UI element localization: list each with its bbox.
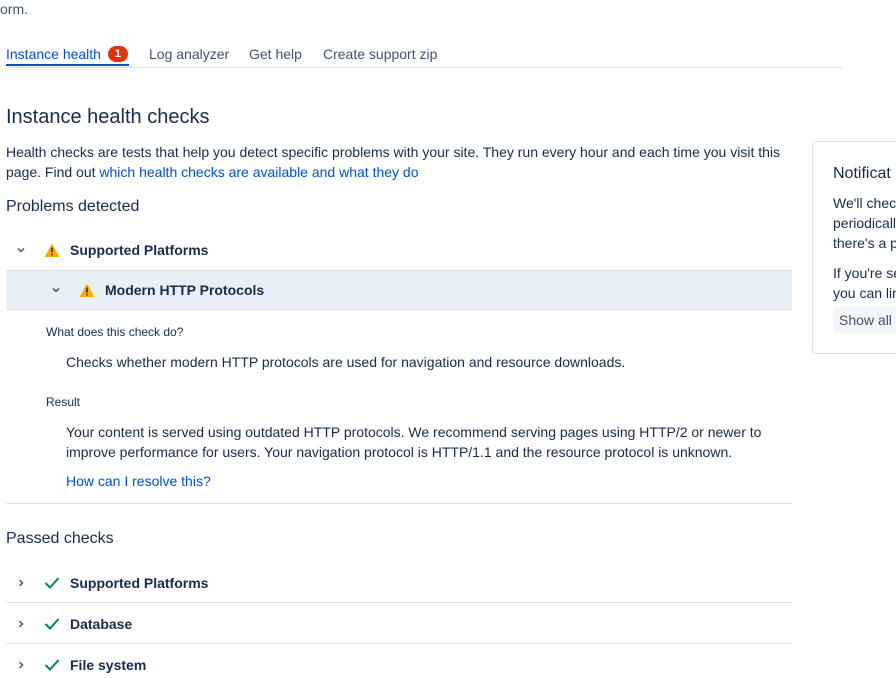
tab-create-support-zip[interactable]: Create support zip bbox=[323, 44, 437, 64]
chevron-right-icon[interactable] bbox=[6, 578, 36, 588]
check-icon bbox=[44, 617, 70, 631]
tab-log-analyzer[interactable]: Log analyzer bbox=[149, 44, 229, 64]
panel-text-line: If you're se bbox=[833, 265, 896, 281]
problem-item-label: Modern HTTP Protocols bbox=[105, 282, 265, 298]
notifications-panel: Notificat We'll chec periodicall there's… bbox=[812, 141, 896, 354]
problem-group-supported-platforms[interactable]: Supported Platforms bbox=[6, 230, 792, 270]
notifications-panel-title: Notificat bbox=[833, 165, 891, 182]
panel-text-line: We'll chec bbox=[833, 195, 896, 211]
check-icon bbox=[44, 658, 70, 672]
notification-badge: 1 bbox=[107, 46, 128, 62]
check-description: Checks whether modern HTTP protocols are… bbox=[66, 354, 626, 370]
tab-bar: Instance health 1 Log analyzer Get help … bbox=[6, 40, 843, 68]
warning-icon bbox=[79, 283, 105, 298]
page-title: Instance health checks bbox=[6, 106, 210, 128]
passed-checks-heading: Passed checks bbox=[6, 530, 114, 547]
check-icon bbox=[44, 576, 70, 590]
chevron-right-icon[interactable] bbox=[6, 619, 36, 629]
passed-item-file-system[interactable]: File system bbox=[6, 645, 792, 678]
section-divider bbox=[6, 503, 792, 504]
page-description-fragment: orm. bbox=[0, 1, 28, 17]
tab-label: Instance health bbox=[6, 46, 101, 62]
tab-label: Get help bbox=[249, 46, 302, 62]
tab-instance-health[interactable]: Instance health 1 bbox=[6, 44, 128, 64]
panel-text-line: you can lin bbox=[833, 285, 896, 301]
result-description: Your content is served using outdated HT… bbox=[66, 424, 762, 460]
tab-get-help[interactable]: Get help bbox=[249, 44, 302, 64]
show-all-button[interactable]: Show all r bbox=[833, 307, 896, 333]
passed-item-label: Supported Platforms bbox=[70, 574, 209, 591]
passed-item-supported-platforms[interactable]: Supported Platforms bbox=[6, 563, 792, 603]
chevron-down-icon[interactable] bbox=[6, 245, 36, 255]
problems-detected-heading: Problems detected bbox=[6, 198, 140, 215]
resolve-link[interactable]: How can I resolve this? bbox=[66, 473, 211, 489]
warning-icon bbox=[44, 243, 70, 258]
health-checks-docs-link[interactable]: which health checks are available and wh… bbox=[99, 164, 418, 180]
chevron-down-icon[interactable] bbox=[41, 285, 71, 295]
passed-item-label: Database bbox=[70, 615, 133, 632]
chevron-right-icon[interactable] bbox=[6, 660, 36, 670]
passed-item-label: File system bbox=[70, 656, 147, 673]
active-tab-indicator bbox=[6, 64, 129, 66]
passed-item-database[interactable]: Database bbox=[6, 604, 792, 644]
panel-text-line: there's a p bbox=[833, 235, 896, 251]
tab-label: Create support zip bbox=[323, 46, 438, 62]
what-does-check-do-label: What does this check do? bbox=[46, 325, 184, 339]
panel-text-line: periodicall bbox=[833, 215, 896, 231]
tab-label: Log analyzer bbox=[149, 46, 230, 62]
problem-item-modern-http-protocols[interactable]: Modern HTTP Protocols bbox=[6, 270, 792, 310]
problem-group-label: Supported Platforms bbox=[70, 242, 209, 258]
result-label: Result bbox=[46, 395, 81, 409]
intro-paragraph: Health checks are tests that help you de… bbox=[6, 142, 796, 182]
